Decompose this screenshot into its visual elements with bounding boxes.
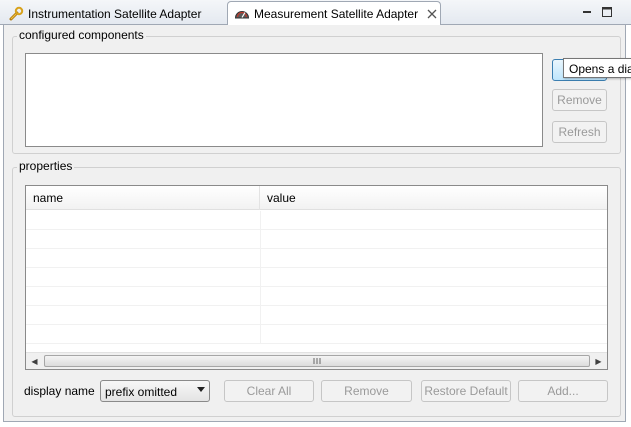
tab-measurement-satellite-adapter[interactable]: Measurement Satellite Adapter — [227, 1, 441, 26]
display-name-select[interactable]: prefix omitted — [100, 380, 210, 402]
configured-components-list[interactable] — [25, 53, 543, 147]
close-icon[interactable] — [426, 8, 438, 20]
grip-icon — [313, 358, 321, 364]
scroll-right-icon[interactable]: ▶ — [590, 353, 607, 369]
clear-all-button[interactable]: Clear All — [224, 380, 314, 402]
maximize-icon[interactable] — [600, 5, 614, 19]
minimize-icon[interactable] — [580, 5, 594, 19]
display-name-value: prefix omitted — [105, 385, 178, 399]
add-property-button[interactable]: Add... — [518, 380, 608, 402]
table-header: name value — [26, 186, 607, 210]
refresh-button[interactable]: Refresh — [552, 121, 607, 143]
table-row — [26, 325, 607, 344]
wrench-icon — [8, 6, 24, 22]
properties-table[interactable]: name value ◀ ▶ — [25, 185, 608, 370]
group-label-configured-components: configured components — [17, 28, 146, 42]
display-name-label: display name — [24, 384, 95, 398]
editor-panel: configured components Add... Remove Refr… — [3, 25, 626, 422]
add-button-tooltip: Opens a dialog — [563, 58, 631, 78]
tab-label: Instrumentation Satellite Adapter — [28, 6, 202, 21]
scroll-left-icon[interactable]: ◀ — [26, 353, 43, 369]
chevron-down-icon — [197, 387, 205, 392]
configured-components-group: configured components Add... Remove Refr… — [12, 28, 621, 154]
column-header-value[interactable]: value — [260, 186, 607, 210]
tab-label: Measurement Satellite Adapter — [254, 7, 419, 21]
table-row — [26, 268, 607, 287]
column-header-name[interactable]: name — [26, 186, 260, 210]
editor-tab-strip: Instrumentation Satellite Adapter Measur… — [0, 0, 631, 26]
remove-component-button[interactable]: Remove — [552, 89, 607, 111]
table-row — [26, 230, 607, 249]
gauge-icon — [234, 6, 250, 22]
table-row — [26, 249, 607, 268]
table-row — [26, 211, 607, 230]
group-label-properties: properties — [17, 159, 75, 173]
tab-instrumentation-satellite-adapter[interactable]: Instrumentation Satellite Adapter — [2, 2, 226, 25]
table-row — [26, 287, 607, 306]
table-row — [26, 306, 607, 325]
scrollbar-thumb[interactable] — [44, 355, 590, 367]
remove-property-button[interactable]: Remove — [321, 380, 412, 402]
table-body — [26, 211, 607, 353]
horizontal-scrollbar[interactable]: ◀ ▶ — [26, 352, 607, 369]
properties-group: properties name value ◀ ▶ display name p… — [12, 159, 621, 417]
restore-default-button[interactable]: Restore Default — [421, 380, 511, 402]
